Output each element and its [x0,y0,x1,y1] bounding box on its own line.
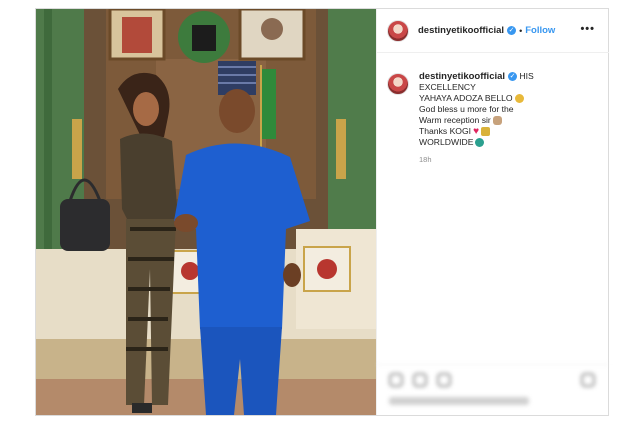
woman-face [133,92,159,126]
caption-text-his: HIS [519,71,534,81]
photo-scene [36,9,376,415]
likes-count[interactable] [389,397,529,405]
caption-text-thanks: Thanks KOGI [419,126,472,136]
more-options-icon[interactable]: ••• [580,23,595,35]
caption-text-worldwide: WORLDWIDE [419,137,474,147]
cushion-right-emblem [317,259,337,279]
portrait-left-figure [122,17,152,53]
post-photo[interactable] [36,9,376,415]
handbag [60,199,110,251]
gold-emoji-icon [514,94,524,104]
celebration-emoji-icon [481,127,490,137]
share-icon[interactable] [437,373,451,387]
post-header: destinyetikoofficial ✓ • Follow ••• [377,9,609,53]
caption: destinyetikoofficial ✓ HIS EXCELLENCY YAH… [387,71,602,165]
bookmark-icon[interactable] [581,373,595,387]
caption-username[interactable]: destinyetikoofficial [419,71,505,82]
caption-first-line: destinyetikoofficial ✓ HIS [419,71,534,82]
separator-dot: • [519,25,523,36]
flag [262,69,276,139]
caption-text-excellency: EXCELLENCY [419,82,476,92]
woman-top [120,133,178,230]
globe-emoji-icon [475,138,485,148]
right-curtain [328,9,376,249]
handshake [174,214,198,232]
caption-worldwide-line: WORLDWIDE [419,137,534,148]
left-tassel [72,119,82,179]
avatar[interactable] [387,19,409,42]
verified-badge-icon: ✓ [507,26,517,35]
caption-name-line: YAHAYA ADOZA BELLO [419,93,534,104]
cushion-center-emblem [181,262,199,280]
caption-reception-line: Warm reception sir [419,115,534,126]
portrait-right-figure [261,18,283,40]
comment-icon[interactable] [413,373,427,387]
right-tassel [336,119,346,179]
caption-text-bless: God bless u more for the [419,104,514,114]
caption-text-name: YAHAYA ADOZA BELLO [419,93,513,103]
man-face [219,89,255,133]
coat-of-arms-shield [192,25,216,51]
caption-thanks-line: Thanks KOGI ♥ [419,126,534,137]
verified-badge-icon: ✓ [508,72,518,82]
instagram-post: destinyetikoofficial ✓ • Follow ••• dest… [35,8,609,416]
caption-body: destinyetikoofficial ✓ HIS EXCELLENCY YAH… [419,71,534,165]
praying-hands-icon [492,116,502,126]
heart-icon[interactable] [389,373,403,387]
caption-text-reception: Warm reception sir [419,115,491,125]
woman-shoes [132,403,152,413]
action-bar [377,364,609,414]
man-hand [283,263,301,287]
caption-avatar[interactable] [387,73,409,95]
post-sidebar: destinyetikoofficial ✓ • Follow ••• dest… [376,9,609,415]
follow-button[interactable]: Follow [525,25,555,36]
header-username[interactable]: destinyetikoofficial [418,25,504,36]
caption-timestamp: 18h [419,155,432,164]
heart-emoji-icon: ♥ [473,126,479,137]
